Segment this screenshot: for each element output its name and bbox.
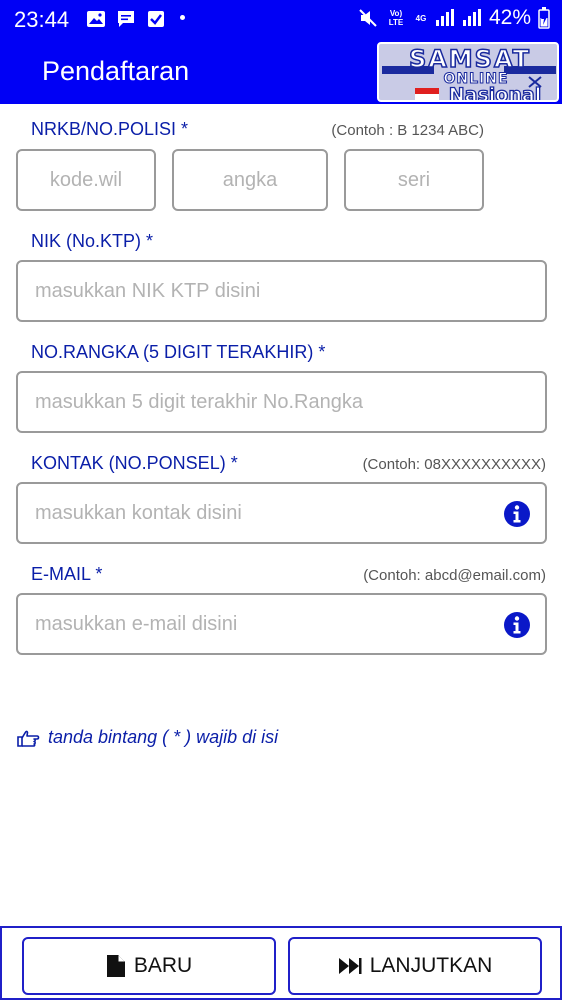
kontak-input[interactable] [18, 484, 545, 542]
notification-icons [86, 9, 166, 29]
new-button-label: BARU [133, 954, 193, 977]
status-time: 23:44 [14, 7, 70, 32]
kontak-example: (Contoh: 08XXXXXXXXXX) [362, 456, 546, 473]
kode-wilayah-input[interactable] [18, 151, 154, 209]
kode-wilayah-field[interactable] [16, 149, 156, 211]
nik-field[interactable] [16, 260, 547, 322]
samsat-logo: SAMSAT ONLINE Nasional [377, 42, 559, 102]
network-4g-indicator: 4G [415, 13, 427, 23]
continue-button-label: LANJUTKAN [369, 954, 493, 977]
mute-icon [359, 9, 377, 27]
app-bar: Pendaftaran SAMSAT ONLINE Nasional [0, 40, 562, 104]
angka-field[interactable] [172, 149, 328, 211]
battery-icon [538, 7, 550, 29]
rangka-input[interactable] [18, 373, 545, 431]
signal-icon [462, 9, 481, 26]
fast-forward-icon [338, 958, 362, 974]
status-bar: 23:44 Vo) LTE 4G 42% [0, 0, 562, 40]
seri-input[interactable] [346, 151, 482, 209]
angka-input[interactable] [174, 151, 326, 209]
message-icon [118, 11, 134, 27]
info-icon[interactable] [503, 611, 531, 639]
image-icon [87, 11, 105, 27]
nrkb-example: (Contoh : B 1234 ABC) [331, 122, 484, 139]
system-icons: Vo) LTE 4G 42% [358, 6, 550, 30]
volte-indicator: Vo) LTE [388, 9, 404, 27]
svg-text:Nasional: Nasional [449, 84, 541, 102]
hand-point-icon [17, 730, 40, 747]
email-example: (Contoh: abcd@email.com) [363, 567, 546, 584]
samsat-logo-graphic: SAMSAT ONLINE Nasional [382, 44, 556, 102]
new-button[interactable]: BARU [22, 937, 276, 995]
nrkb-label: NRKB/NO.POLISI * [31, 119, 189, 139]
kontak-label: KONTAK (NO.PONSEL) * [31, 453, 238, 473]
rangka-label: NO.RANGKA (5 DIGIT TERAKHIR) * [31, 342, 326, 362]
kontak-field[interactable] [16, 482, 547, 544]
nik-label: NIK (No.KTP) * [31, 231, 154, 251]
checkbox-icon [148, 11, 164, 27]
signal-icon [435, 9, 454, 26]
email-input[interactable] [18, 595, 545, 653]
page-title: Pendaftaran [42, 56, 190, 86]
bottom-action-bar: BARU LANJUTKAN [0, 926, 562, 1000]
file-icon [106, 955, 125, 977]
seri-field[interactable] [344, 149, 484, 211]
hint-text: tanda bintang ( * ) wajib di isi [48, 727, 279, 747]
email-field[interactable] [16, 593, 547, 655]
battery-percent: 42% [488, 6, 531, 29]
email-label: E-MAIL * [31, 564, 103, 584]
info-icon[interactable] [503, 500, 531, 528]
svg-text:SAMSAT: SAMSAT [409, 45, 531, 73]
required-hint: tanda bintang ( * ) wajib di isi [16, 727, 278, 748]
rangka-field[interactable] [16, 371, 547, 433]
more-notifications-dot [180, 15, 185, 20]
continue-button[interactable]: LANJUTKAN [288, 937, 542, 995]
nik-input[interactable] [18, 262, 545, 320]
